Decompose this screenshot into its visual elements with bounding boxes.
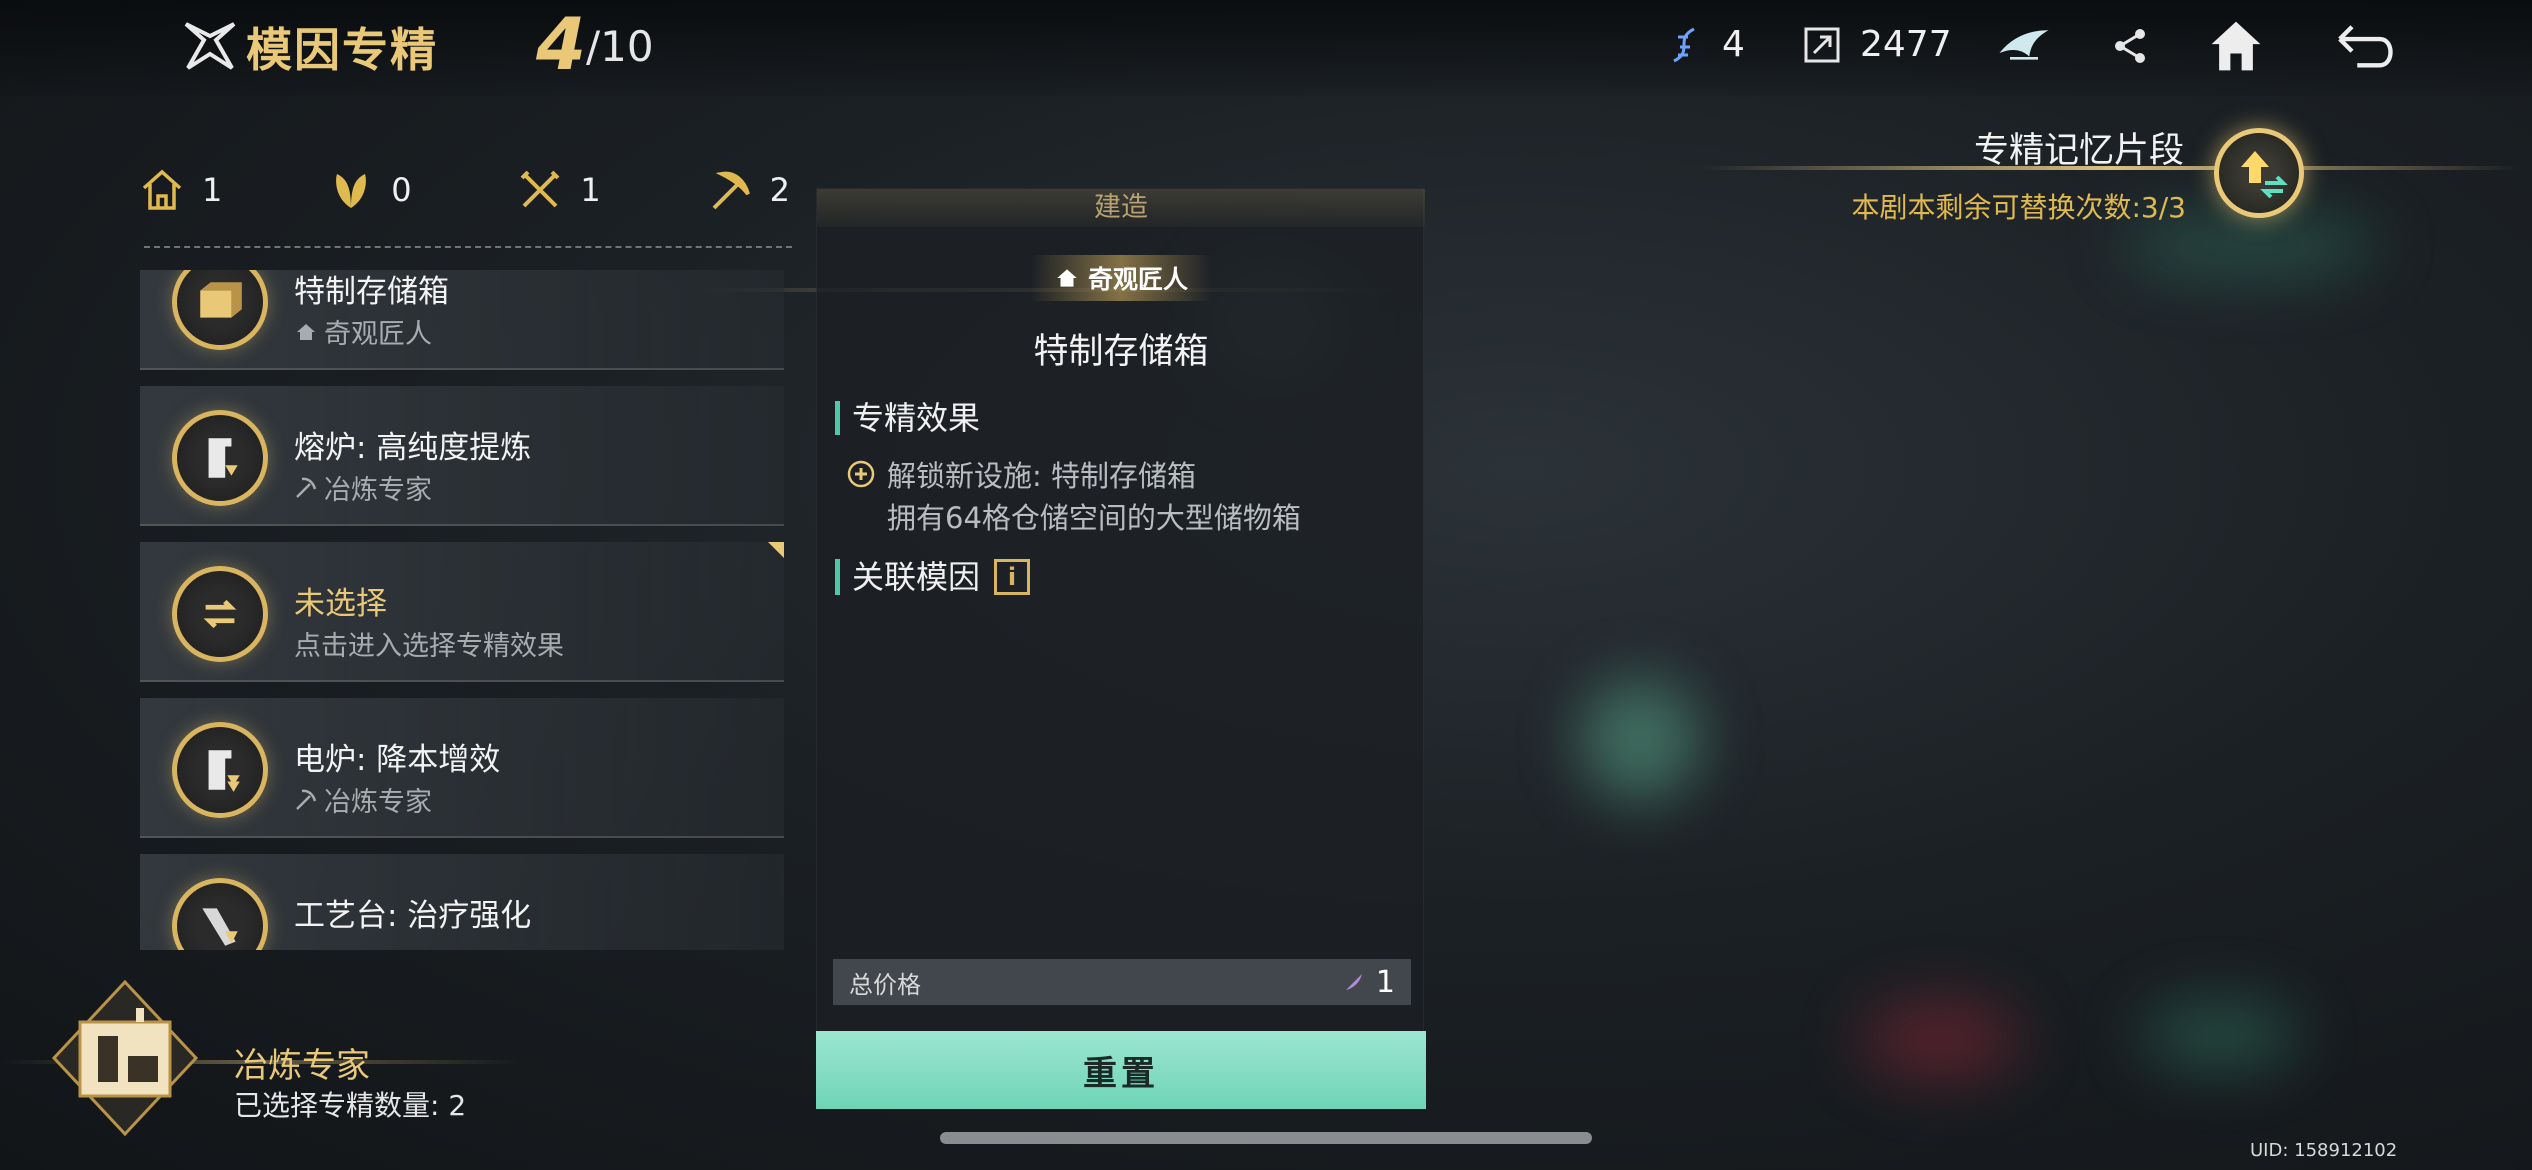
list-item[interactable]: 工艺台: 治疗强化 <box>140 854 784 950</box>
pickaxe-icon <box>296 789 317 810</box>
list-item[interactable]: 电炉: 降本增效 冶炼专家 <box>140 698 784 838</box>
list-item[interactable]: 熔炉: 高纯度提炼 冶炼专家 <box>140 386 784 526</box>
upload-swap-icon <box>2241 151 2288 199</box>
filter-leaf-count: 0 <box>391 171 412 209</box>
workbench-icon <box>172 878 268 950</box>
filter-house-count: 1 <box>202 171 223 209</box>
page-title: 模因专精 <box>246 23 438 77</box>
bird-emblem-icon[interactable] <box>1992 14 2056 78</box>
section-related: 关联模因 i <box>835 558 1031 596</box>
resource-dna-value: 4 <box>1722 24 1745 65</box>
divider <box>144 246 792 248</box>
filter-pickaxe-count: 2 <box>769 171 790 209</box>
resource-points-value: 2477 <box>1860 24 1952 65</box>
dna-icon <box>1673 27 1695 62</box>
list-item-name: 特制存储箱 <box>294 274 449 310</box>
section-effect-label: 专精效果 <box>852 399 981 437</box>
filter-pickaxe[interactable]: 2 <box>708 160 790 220</box>
bg-glow <box>1580 680 1700 800</box>
category-tag-label: 奇观匠人 <box>1087 265 1188 294</box>
section-related-label: 关联模因 <box>852 558 981 596</box>
category-tag: 奇观匠人 <box>1031 255 1211 301</box>
bg-glow <box>2140 1000 2300 1070</box>
feather-icon <box>1345 974 1362 990</box>
spec-count-total: /10 <box>586 22 654 71</box>
list-item-name: 熔炉: 高纯度提炼 <box>294 430 532 466</box>
list-item-name: 工艺台: 治疗强化 <box>294 898 532 934</box>
detail-panel: 建造 奇观匠人 特制存储箱 专精效果 解锁新设施: 特制存储箱 拥有64格仓储空… <box>816 188 1426 1109</box>
info-icon[interactable]: i <box>994 559 1031 595</box>
list-item-sub: 点击进入选择专精效果 <box>294 624 564 663</box>
house-icon <box>297 323 315 340</box>
reset-button[interactable]: 重置 <box>816 1031 1426 1109</box>
home-icon[interactable] <box>2204 14 2268 78</box>
memory-swap-button[interactable] <box>2214 128 2304 218</box>
total-price-bar: 总价格 1 <box>833 959 1411 1005</box>
home-indicator-bar[interactable] <box>940 1132 1592 1144</box>
bg-glow <box>1860 1000 2020 1080</box>
effect-item-label: 解锁新设施: 特制存储箱 <box>887 459 1196 493</box>
memory-fragment-title: 专精记忆片段 <box>1973 131 2184 171</box>
back-icon[interactable] <box>2326 14 2406 78</box>
share-icon[interactable] <box>2098 14 2162 78</box>
resource-points: 2477 <box>1802 24 1952 65</box>
list-item-name: 电炉: 降本增效 <box>294 742 501 778</box>
price-value-group: 1 <box>1342 965 1395 1000</box>
house-icon <box>1057 269 1077 287</box>
uid-label: UID: 158912102 <box>2250 1140 2398 1161</box>
list-item-sub: 奇观匠人 <box>294 312 432 351</box>
effect-item: 解锁新设施: 特制存储箱 <box>847 453 1196 495</box>
profile-selected-count: 已选择专精数量: 2 <box>234 1089 467 1122</box>
price-value: 1 <box>1375 964 1395 1000</box>
profile-name: 冶炼专家 <box>234 1046 370 1086</box>
tools-icon <box>520 170 560 208</box>
meme-crest-icon <box>184 22 236 70</box>
list-item-selected[interactable]: 未选择 点击进入选择专精效果 <box>140 542 784 682</box>
price-label: 总价格 <box>849 970 921 999</box>
filter-house[interactable]: 1 <box>140 160 222 220</box>
list-item-name: 未选择 <box>294 586 387 622</box>
category-filters: 1 0 1 2 <box>140 160 790 220</box>
house-icon <box>142 169 182 210</box>
spec-count-current: 4 <box>536 2 587 86</box>
swap-icon <box>172 566 268 662</box>
list-item-sub: 冶炼专家 <box>294 780 432 819</box>
panel-category-header: 建造 <box>817 189 1425 227</box>
list-item-sub: 冶炼专家 <box>294 468 432 507</box>
electric-furnace-icon <box>172 722 268 818</box>
pickaxe-icon <box>296 477 317 498</box>
list-item[interactable]: 特制存储箱 奇观匠人 <box>140 270 784 370</box>
plus-circle-icon <box>847 460 875 488</box>
list-item-sub-label: 冶炼专家 <box>324 475 432 506</box>
filter-leaf[interactable]: 0 <box>329 160 412 220</box>
expand-icon <box>1804 27 1840 62</box>
detail-title: 特制存储箱 <box>1033 332 1209 372</box>
storage-box-icon <box>172 270 268 350</box>
list-item-sub-label: 点击进入选择专精效果 <box>294 631 564 662</box>
spec-list[interactable]: 特制存储箱 奇观匠人 熔炉: 高纯度提炼 冶炼专家 未选择 点击进入选择专精效果… <box>140 270 784 950</box>
pickaxe-icon <box>712 171 750 210</box>
resource-dna: 4 <box>1664 24 1745 65</box>
filter-tools-count: 1 <box>580 171 601 209</box>
leaf-icon <box>336 174 367 208</box>
filter-tools[interactable]: 1 <box>518 160 601 220</box>
section-effect: 专精效果 <box>835 401 980 435</box>
furnace-icon <box>172 410 268 506</box>
list-item-sub-label: 奇观匠人 <box>324 319 432 350</box>
list-item-sub-label: 冶炼专家 <box>324 787 432 818</box>
effect-description: 拥有64格仓储空间的大型储物箱 <box>887 501 1301 535</box>
selected-corner-marker <box>768 542 784 558</box>
smelter-emblem-icon <box>51 979 199 1137</box>
memory-fragment-subtitle: 本剧本剩余可替换次数:3/3 <box>1851 191 2187 224</box>
